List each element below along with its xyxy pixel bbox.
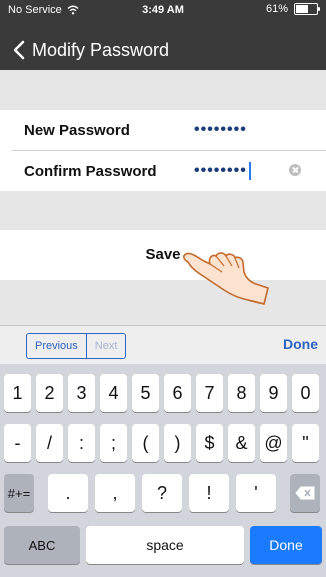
battery-percent: 61%: [265, 3, 288, 15]
page-title: Modify Password: [32, 39, 170, 60]
previous-button[interactable]: Previous: [27, 334, 87, 358]
next-button[interactable]: Next: [87, 334, 126, 358]
key-5[interactable]: 5: [132, 374, 159, 412]
chevron-left-icon: [13, 40, 25, 60]
key-8[interactable]: 8: [228, 374, 255, 412]
text-cursor: [248, 161, 251, 180]
key-comma[interactable]: ,: [95, 474, 135, 512]
battery-icon: [294, 3, 320, 15]
key-4[interactable]: 4: [100, 374, 127, 412]
key-semicolon[interactable]: ;: [100, 424, 127, 462]
pointing-hand-icon: [183, 252, 269, 305]
back-button[interactable]: [6, 30, 32, 70]
top-bar: No Service 3:49 AM 61% Modify Password: [0, 0, 326, 70]
key-slash[interactable]: /: [36, 424, 63, 462]
prev-next-control: Previous Next: [26, 333, 127, 359]
key-dollar[interactable]: $: [196, 424, 223, 462]
navigation-bar: Modify Password: [0, 30, 326, 70]
key-apostrophe[interactable]: ': [236, 474, 276, 512]
key-3[interactable]: 3: [68, 374, 95, 412]
key-question[interactable]: ?: [142, 474, 182, 512]
key-ampersand[interactable]: &: [228, 424, 255, 462]
space-key[interactable]: space: [86, 526, 244, 564]
key-colon[interactable]: :: [68, 424, 95, 462]
backspace-icon: [295, 486, 315, 500]
form-spacer-top: [0, 70, 326, 110]
key-7[interactable]: 7: [196, 374, 223, 412]
keyboard: 1 2 3 4 5 6 7 8 9 0 - / : ; ( ) $ & @ " …: [0, 364, 326, 577]
save-button[interactable]: Save: [0, 246, 326, 263]
confirm-password-row[interactable]: Confirm Password ••••••••: [0, 151, 326, 191]
key-open-paren[interactable]: (: [132, 424, 159, 462]
key-6[interactable]: 6: [164, 374, 191, 412]
status-bar: No Service 3:49 AM 61%: [0, 0, 326, 22]
form-spacer-mid: [0, 191, 326, 230]
key-more-symbols[interactable]: #+=: [4, 474, 34, 512]
key-period[interactable]: .: [48, 474, 88, 512]
delete-key[interactable]: [290, 474, 320, 512]
confirm-password-label: Confirm Password: [24, 162, 157, 180]
new-password-field[interactable]: ••••••••: [194, 121, 247, 139]
keyboard-accessory-bar: Previous Next Done: [0, 325, 326, 364]
key-1[interactable]: 1: [4, 374, 31, 412]
key-close-paren[interactable]: ): [164, 424, 191, 462]
clear-text-icon[interactable]: [289, 164, 301, 176]
key-9[interactable]: 9: [260, 374, 287, 412]
key-hyphen[interactable]: -: [4, 424, 31, 462]
key-exclamation[interactable]: !: [189, 474, 229, 512]
confirm-password-value: ••••••••: [194, 162, 247, 180]
keyboard-done-button[interactable]: Done: [250, 526, 322, 564]
key-2[interactable]: 2: [36, 374, 63, 412]
battery-status: 61%: [265, 3, 320, 15]
new-password-row[interactable]: New Password ••••••••: [0, 110, 326, 150]
key-abc[interactable]: ABC: [4, 526, 80, 564]
key-0[interactable]: 0: [292, 374, 319, 412]
key-quote[interactable]: ": [292, 424, 319, 462]
save-row[interactable]: Save: [0, 230, 326, 280]
new-password-label: New Password: [24, 121, 130, 139]
key-at[interactable]: @: [260, 424, 287, 462]
accessory-done-button[interactable]: Done: [283, 336, 318, 352]
confirm-password-field[interactable]: ••••••••: [194, 161, 251, 180]
form-spacer-bottom: [0, 280, 326, 325]
